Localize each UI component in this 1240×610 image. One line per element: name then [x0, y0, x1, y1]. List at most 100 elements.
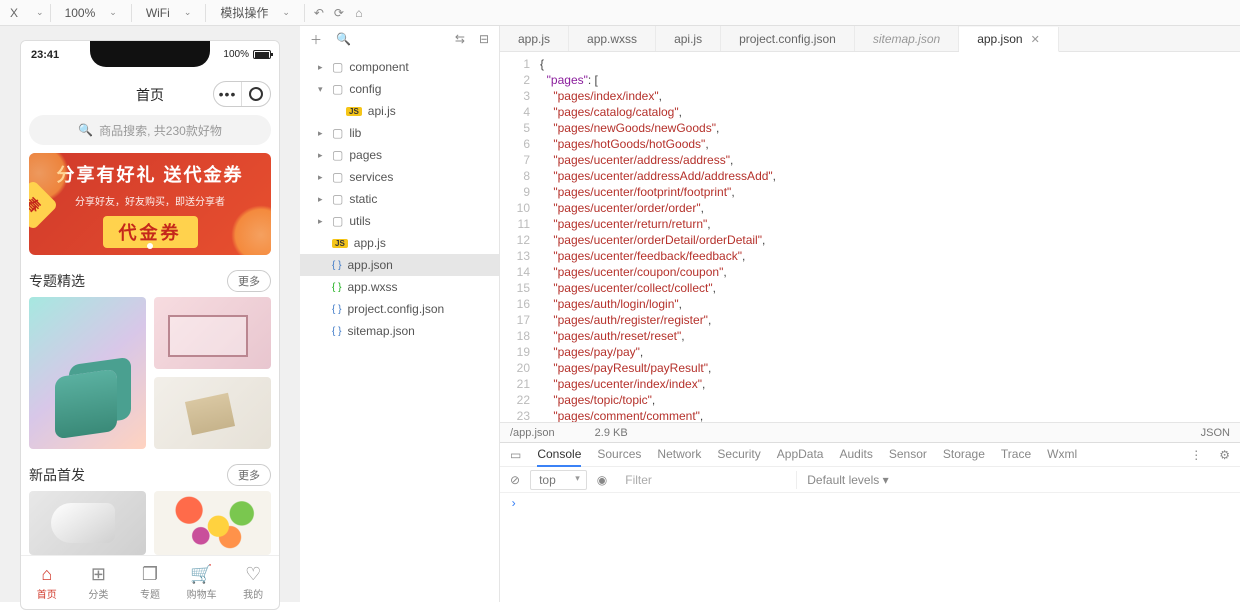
devtools-tab[interactable]: Sources — [597, 443, 641, 467]
devtools-tab[interactable]: Console — [537, 443, 581, 467]
tabbar-item[interactable]: ♡ 我的 — [227, 556, 279, 609]
tree-node[interactable]: ▸▢utils — [300, 210, 499, 232]
network-select[interactable]: WiFi⌄ — [138, 3, 200, 23]
tabbar-label: 我的 — [243, 586, 263, 601]
zoom-select[interactable]: 100%⌄ — [57, 3, 125, 23]
tree-label: utils — [349, 214, 370, 228]
devtools-tab[interactable]: Sensor — [889, 443, 927, 467]
close-x[interactable]: X — [6, 6, 22, 20]
tree-node[interactable]: { }app.wxss — [300, 276, 499, 298]
tree-node[interactable]: { }sitemap.json — [300, 320, 499, 342]
devtools: ▭ Console Sources Network Security AppData Au… — [500, 442, 1240, 602]
devtools-tab[interactable]: Storage — [943, 443, 985, 467]
search-icon[interactable]: 🔍 — [336, 32, 351, 46]
console-body[interactable]: › — [500, 493, 1240, 602]
filter-input[interactable]: Filter — [617, 471, 797, 489]
tabbar-item[interactable]: ❐专题 — [124, 556, 176, 609]
tabbar-item[interactable]: ⊞分类 — [73, 556, 125, 609]
devtools-tab[interactable]: Trace — [1001, 443, 1031, 467]
tree-node[interactable]: ▸▢pages — [300, 144, 499, 166]
tree-label: project.config.json — [347, 302, 444, 316]
tree-node[interactable]: JSapp.js — [300, 232, 499, 254]
tabbar-icon: ♡ — [245, 565, 261, 583]
code-editor[interactable]: 1234567891011121314151617181920212223242… — [500, 52, 1240, 422]
levels-select[interactable]: Default levels ▾ — [807, 473, 888, 487]
featured-card[interactable] — [154, 377, 271, 449]
tabbar-label: 分类 — [88, 586, 108, 601]
more-button[interactable]: 更多 — [227, 270, 271, 292]
collapse-icon[interactable]: ⇆ — [455, 32, 465, 46]
editor-tab[interactable]: project.config.json — [721, 26, 855, 51]
capsule-menu-icon[interactable]: ••• — [214, 82, 242, 106]
tree-label: pages — [349, 148, 382, 162]
new-file-icon[interactable]: ＋ — [310, 31, 322, 48]
editor-tabs: app.js app.wxss api.jsproject.config.jsons… — [500, 26, 1240, 52]
tree-node[interactable]: { }app.json — [300, 254, 499, 276]
nav-title: 首页 — [136, 85, 164, 105]
editor-tab[interactable]: app.js — [500, 26, 569, 51]
devtools-menu-icon[interactable]: ⋮ — [1190, 444, 1203, 466]
editor-area: app.js app.wxss api.jsproject.config.jsons… — [500, 26, 1240, 602]
home-icon[interactable]: ⌂ — [351, 5, 367, 21]
sim-action-select[interactable]: 模拟操作⌄ — [212, 3, 298, 23]
tabbar-icon: 🛒 — [190, 565, 212, 583]
tree-node[interactable]: ▸▢static — [300, 188, 499, 210]
devtools-settings-icon[interactable]: ⚙ — [1219, 444, 1230, 466]
tree-label: config — [349, 82, 381, 96]
tree-label: component — [349, 60, 408, 74]
more-icon[interactable]: ⊟ — [479, 32, 489, 46]
new-card[interactable] — [154, 491, 271, 555]
tree-label: sitemap.json — [347, 324, 414, 338]
tree-node[interactable]: ▾▢config — [300, 78, 499, 100]
close-tab-icon[interactable]: ✕ — [1031, 33, 1040, 46]
banner-corner-badge: 春 — [29, 180, 58, 231]
tree-node[interactable]: ▸▢component — [300, 56, 499, 78]
inspect-icon[interactable]: ▭ — [510, 444, 521, 466]
devtools-tabs: ▭ Console Sources Network Security AppData Au… — [500, 443, 1240, 467]
status-size: 2.9 KB — [595, 427, 628, 439]
featured-card[interactable] — [29, 297, 146, 449]
tabbar-item[interactable]: ⌂ 首页 — [21, 556, 73, 609]
status-time: 23:41 — [31, 49, 59, 61]
tabbar-icon: ⌂ — [41, 565, 52, 583]
devtools-tab[interactable]: Audits — [839, 443, 872, 467]
section-title-featured: 专题精选 — [29, 271, 85, 291]
tab-bar: ⌂ 首页 ⊞分类❐专题🛒购物车 ♡ 我的 — [21, 555, 279, 609]
capsule-close-icon[interactable] — [242, 82, 270, 106]
caret-device[interactable]: ⌄ — [36, 7, 44, 18]
promo-banner[interactable]: 春 分享有好礼 送代金券 分享好友，好友购买，即送分享者 代金券 — [29, 153, 271, 255]
banner-title: 分享有好礼 送代金券 — [56, 161, 243, 187]
pager-dot — [147, 243, 153, 249]
editor-tab[interactable]: sitemap.json — [855, 26, 959, 51]
more-button[interactable]: 更多 — [227, 464, 271, 486]
devtools-tab[interactable]: Wxml — [1047, 443, 1077, 467]
tree-node[interactable]: { }project.config.json — [300, 298, 499, 320]
context-select[interactable]: top — [530, 470, 587, 490]
tree-label: lib — [349, 126, 361, 140]
clear-console-icon[interactable]: ⊘ — [510, 473, 520, 487]
tree-label: app.wxss — [347, 280, 397, 294]
back-icon[interactable]: ↶ — [311, 5, 327, 21]
editor-tab[interactable]: api.js — [656, 26, 721, 51]
tabbar-label: 首页 — [37, 586, 57, 601]
tabbar-item[interactable]: 🛒购物车 — [176, 556, 228, 609]
tree-node[interactable]: ▸▢lib — [300, 122, 499, 144]
devtools-tab[interactable]: Security — [717, 443, 760, 467]
eye-icon[interactable]: ◉ — [597, 473, 607, 487]
phone-frame: 23:41 100% 首页 ••• 🔍 商品搜索, 共230款好物 — [20, 40, 280, 610]
capsule[interactable]: ••• — [213, 81, 271, 107]
featured-card[interactable] — [154, 297, 271, 369]
refresh-icon[interactable]: ⟳ — [331, 5, 347, 21]
tree-node[interactable]: JSapi.js — [300, 100, 499, 122]
editor-tab[interactable]: app.json✕ — [959, 27, 1059, 52]
status-battery: 100% — [223, 49, 271, 60]
tab-label: app.wxss — [587, 32, 637, 46]
tree-node[interactable]: ▸▢services — [300, 166, 499, 188]
search-input[interactable]: 🔍 商品搜索, 共230款好物 — [29, 115, 271, 145]
devtools-tab[interactable]: Network — [657, 443, 701, 467]
new-card[interactable] — [29, 491, 146, 555]
tab-label: app.js — [518, 32, 550, 46]
tabbar-icon: ❐ — [142, 565, 158, 583]
editor-tab[interactable]: app.wxss — [569, 26, 656, 51]
devtools-tab[interactable]: AppData — [777, 443, 824, 467]
